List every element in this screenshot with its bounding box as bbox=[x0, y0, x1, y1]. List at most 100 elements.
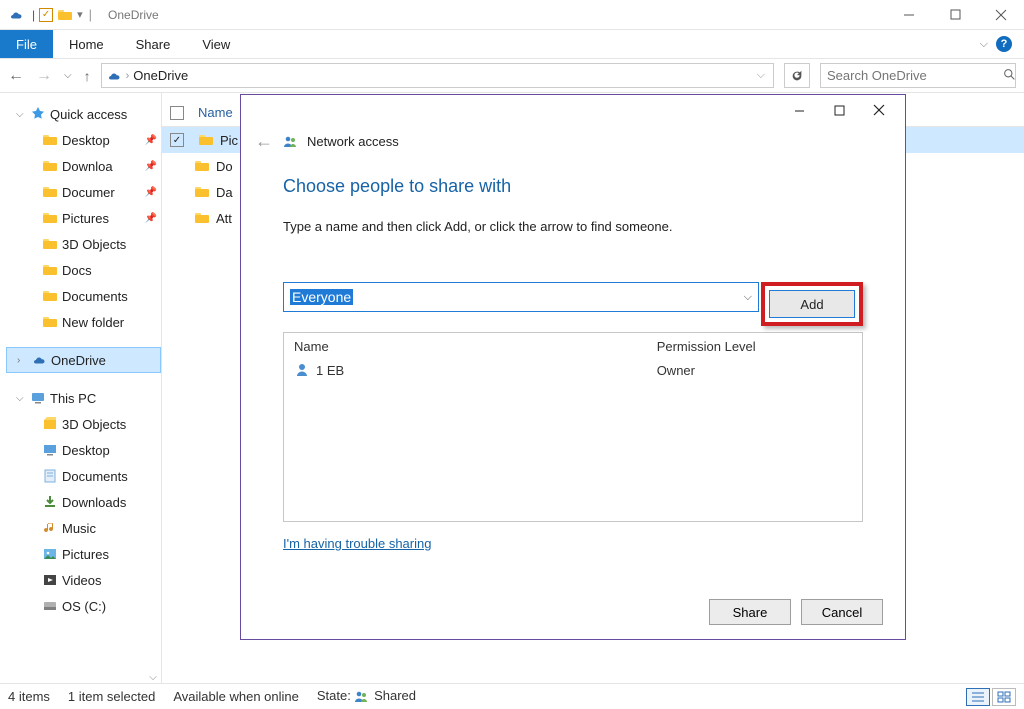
folder-icon bbox=[42, 442, 58, 458]
sidebar-item[interactable]: Docs bbox=[6, 257, 161, 283]
folder-icon bbox=[42, 132, 58, 148]
navigation-bar: ← → ⌵ ↑ › OneDrive ⌵ bbox=[0, 59, 1024, 93]
sidebar-item[interactable]: Desktop bbox=[6, 437, 161, 463]
tab-view[interactable]: View bbox=[186, 30, 246, 58]
expand-icon[interactable]: ⌵ bbox=[16, 393, 26, 404]
sidebar-item[interactable]: 3D Objects bbox=[6, 411, 161, 437]
sidebar-item[interactable]: Music bbox=[6, 515, 161, 541]
maximize-button[interactable] bbox=[932, 0, 978, 30]
window-title: OneDrive bbox=[108, 8, 159, 22]
dialog-back-icon[interactable]: ← bbox=[255, 131, 273, 152]
star-icon bbox=[30, 106, 46, 122]
sidebar-item[interactable]: Downloads bbox=[6, 489, 161, 515]
share-list-row[interactable]: 1 EB Owner bbox=[284, 360, 862, 380]
folder-icon bbox=[42, 520, 58, 536]
folder-icon bbox=[198, 132, 214, 148]
qat-dropdown-icon[interactable]: ▾ bbox=[77, 8, 83, 21]
minimize-button[interactable] bbox=[886, 0, 932, 30]
qat-checkbox[interactable]: ✓ bbox=[39, 8, 53, 22]
address-segment[interactable]: OneDrive bbox=[133, 68, 188, 83]
chevron-down-icon[interactable]: ⌵ bbox=[744, 291, 752, 304]
onedrive-icon bbox=[31, 352, 47, 368]
add-button-highlight: Add bbox=[761, 282, 863, 326]
expand-icon[interactable]: › bbox=[17, 355, 27, 366]
tab-share[interactable]: Share bbox=[120, 30, 187, 58]
navigation-pane: ⌵ Quick access Desktop📌Downloa📌Documer📌P… bbox=[0, 93, 162, 683]
nav-forward-icon[interactable]: → bbox=[36, 67, 52, 85]
sidebar-item[interactable]: Videos bbox=[6, 567, 161, 593]
sidebar-item-label: Downloads bbox=[62, 495, 126, 510]
file-name: Da bbox=[216, 185, 233, 200]
sidebar-item-label: Desktop bbox=[62, 133, 110, 148]
nav-history-icon[interactable]: ⌵ bbox=[64, 70, 72, 81]
sidebar-item[interactable]: Desktop📌 bbox=[6, 127, 161, 153]
folder-icon bbox=[42, 572, 58, 588]
folder-icon bbox=[194, 158, 210, 174]
sidebar-item-label: Music bbox=[62, 521, 96, 536]
close-button[interactable] bbox=[978, 0, 1024, 30]
sidebar-item[interactable]: New folder bbox=[6, 309, 161, 335]
sidebar-item-label: Desktop bbox=[62, 443, 110, 458]
window-title-bar: | ✓ ▾ | OneDrive bbox=[0, 0, 1024, 30]
dialog-title-text: Network access bbox=[307, 134, 399, 149]
user-icon bbox=[294, 362, 310, 378]
ribbon-collapse-icon[interactable]: ⌵ bbox=[980, 38, 988, 51]
window-controls bbox=[886, 0, 1024, 30]
sidebar-item[interactable]: Downloa📌 bbox=[6, 153, 161, 179]
search-icon[interactable] bbox=[1003, 68, 1016, 84]
details-view-button[interactable] bbox=[966, 688, 990, 706]
select-all-checkbox[interactable] bbox=[170, 106, 184, 120]
folder-icon bbox=[42, 468, 58, 484]
sidebar-item-label: Documents bbox=[62, 469, 128, 484]
nav-back-icon[interactable]: ← bbox=[8, 67, 24, 85]
sidebar-item[interactable]: 3D Objects bbox=[6, 231, 161, 257]
address-dropdown-icon[interactable]: ⌵ bbox=[757, 69, 765, 82]
sidebar-item[interactable]: Pictures bbox=[6, 541, 161, 567]
tab-file[interactable]: File bbox=[0, 30, 53, 58]
icons-view-button[interactable] bbox=[992, 688, 1016, 706]
dialog-minimize-button[interactable] bbox=[779, 98, 819, 122]
sidebar-scrollbar[interactable]: ⌵ bbox=[145, 93, 161, 683]
row-checkbox[interactable]: ✓ bbox=[170, 133, 184, 147]
sidebar-item-label: 3D Objects bbox=[62, 237, 126, 252]
row-name: 1 EB bbox=[316, 363, 344, 378]
folder-icon bbox=[42, 236, 58, 252]
search-input[interactable] bbox=[827, 68, 1003, 83]
expand-icon[interactable]: ⌵ bbox=[16, 109, 26, 120]
folder-icon bbox=[42, 184, 58, 200]
folder-icon bbox=[42, 158, 58, 174]
col-permission[interactable]: Permission Level bbox=[657, 339, 756, 354]
tree-onedrive[interactable]: › OneDrive bbox=[6, 347, 161, 373]
trouble-link[interactable]: I'm having trouble sharing bbox=[283, 536, 431, 551]
sidebar-item[interactable]: Documents bbox=[6, 283, 161, 309]
cancel-button[interactable]: Cancel bbox=[801, 599, 883, 625]
ribbon-tabs: File Home Share View ⌵ ? bbox=[0, 30, 1024, 59]
status-available: Available when online bbox=[173, 689, 299, 704]
view-toggles bbox=[966, 688, 1016, 706]
people-combobox[interactable]: Everyone ⌵ bbox=[283, 282, 759, 312]
add-button[interactable]: Add bbox=[769, 290, 855, 318]
share-button[interactable]: Share bbox=[709, 599, 791, 625]
sidebar-item[interactable]: Documer📌 bbox=[6, 179, 161, 205]
help-icon[interactable]: ? bbox=[996, 36, 1012, 52]
chevron-right-icon[interactable]: › bbox=[126, 70, 130, 82]
tree-quick-access[interactable]: ⌵ Quick access bbox=[6, 101, 161, 127]
folder-icon[interactable] bbox=[57, 7, 73, 23]
nav-up-icon[interactable]: ↑ bbox=[84, 68, 91, 84]
col-name[interactable]: Name bbox=[294, 339, 657, 354]
dialog-maximize-button[interactable] bbox=[819, 98, 859, 122]
sidebar-item[interactable]: Pictures📌 bbox=[6, 205, 161, 231]
address-bar[interactable]: › OneDrive ⌵ bbox=[101, 63, 774, 88]
refresh-button[interactable] bbox=[784, 63, 810, 88]
sidebar-item[interactable]: Documents bbox=[6, 463, 161, 489]
search-box[interactable] bbox=[820, 63, 1016, 88]
sidebar-item-label: Docs bbox=[62, 263, 92, 278]
share-list: Name Permission Level 1 EB Owner bbox=[283, 332, 863, 522]
tab-home[interactable]: Home bbox=[53, 30, 120, 58]
folder-icon bbox=[42, 416, 58, 432]
sidebar-item-label: Downloa bbox=[62, 159, 113, 174]
dialog-close-button[interactable] bbox=[859, 98, 899, 122]
sidebar-item[interactable]: OS (C:) bbox=[6, 593, 161, 619]
folder-icon bbox=[42, 262, 58, 278]
tree-this-pc[interactable]: ⌵ This PC bbox=[6, 385, 161, 411]
